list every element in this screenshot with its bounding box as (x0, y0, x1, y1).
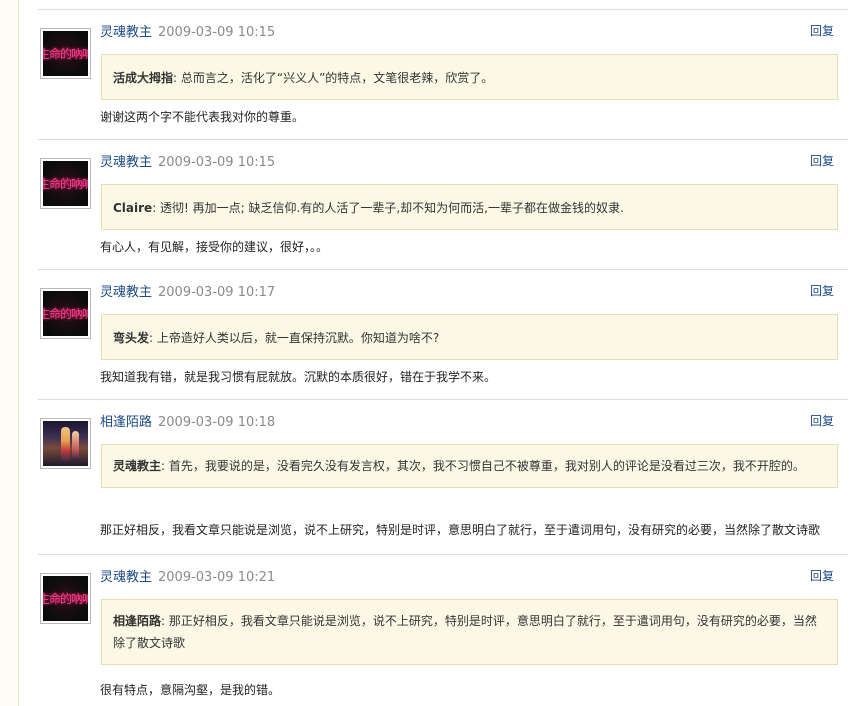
comment-meta: 灵魂教主 2009-03-09 10:15 (100, 154, 275, 171)
comment-time: 2009-03-09 10:17 (158, 285, 276, 300)
quoted-text: : 首先，我要说的是，没看完久没有发言权，其次，我不习惯自己不被尊重，我对别人的… (161, 459, 805, 473)
quoted-author: 活成大拇指 (113, 71, 174, 85)
comment-time: 2009-03-09 10:15 (158, 155, 276, 170)
comment-time: 2009-03-09 10:15 (158, 25, 276, 40)
quoted-author: 弯头发 (113, 331, 150, 345)
comment-meta: 灵魂教主 2009-03-09 10:21 (100, 569, 275, 586)
author-link[interactable]: 灵魂教主 (100, 285, 152, 300)
dark-neon-avatar-icon: 生命的吶喊 (43, 291, 88, 336)
avatar[interactable]: 生命的吶喊 (40, 158, 91, 209)
comment-meta: 灵魂教主 2009-03-09 10:17 (100, 284, 275, 301)
comment-item: 生命的吶喊 灵魂教主 2009-03-09 10:15 回复 Claire: 透彻… (38, 140, 848, 270)
comment-body: 有心人，有见解，接受你的建议，很好，。。 (100, 240, 329, 254)
author-link[interactable]: 灵魂教主 (100, 570, 152, 585)
comment-item: 生命的吶喊 灵魂教主 2009-03-09 10:15 回复 活成大拇指: 总而言… (38, 10, 848, 140)
reply-button[interactable]: 回复 (810, 412, 834, 429)
dark-neon-avatar-icon: 生命的吶喊 (43, 161, 88, 206)
quoted-author: 相逢陌路 (113, 614, 162, 628)
quoted-text: : 那正好相反，我看文章只能说是浏览，说不上研究，特别是时评，意思明白了就行，至… (113, 614, 817, 650)
avatar[interactable]: 生命的吶喊 (40, 28, 91, 79)
quoted-author: 灵魂教主 (113, 459, 162, 473)
comment-body: 我知道我有错，就是我习惯有屁就放。沉默的本质很好，错在于我学不来。 (100, 370, 497, 384)
dark-neon-avatar-icon: 生命的吶喊 (43, 576, 88, 621)
quoted-author: Claire (113, 201, 153, 215)
comment-item: 生命的吶喊 灵魂教主 2009-03-09 10:21 回复 相逢陌路: 那正好相… (38, 555, 848, 697)
comment-body: 很有特点，意隔沟壑，是我的错。 (100, 683, 281, 697)
comment-item: 生命的吶喊 灵魂教主 2009-03-09 10:17 回复 弯头发: 上帝造好人… (38, 270, 848, 400)
comment-time: 2009-03-09 10:21 (158, 570, 276, 585)
reply-button[interactable]: 回复 (810, 282, 834, 299)
comment-meta: 灵魂教主 2009-03-09 10:15 (100, 24, 275, 41)
quoted-text: : 上帝造好人类以后，就一直保持沉默。你知道为啥不? (149, 331, 440, 345)
reply-button[interactable]: 回复 (810, 152, 834, 169)
photo-avatar-icon (43, 421, 88, 466)
quoted-text: : 总而言之，活化了“兴义人”的特点，文笔很老辣，欣赏了。 (173, 71, 494, 85)
author-link[interactable]: 灵魂教主 (100, 25, 152, 40)
comment-body: 那正好相反，我看文章只能说是浏览，说不上研究，特别是时评，意思明白了就行，至于遣… (100, 523, 821, 537)
author-link[interactable]: 相逢陌路 (100, 415, 152, 430)
avatar[interactable]: 生命的吶喊 (40, 573, 91, 624)
quoted-comment: 活成大拇指: 总而言之，活化了“兴义人”的特点，文笔很老辣，欣赏了。 (101, 54, 838, 100)
reply-button[interactable]: 回复 (810, 567, 834, 584)
comment-meta: 相逢陌路 2009-03-09 10:18 (100, 414, 275, 431)
comment-body: 谢谢这两个字不能代表我对你的尊重。 (100, 110, 305, 124)
quoted-comment: 弯头发: 上帝造好人类以后，就一直保持沉默。你知道为啥不? (101, 314, 838, 360)
author-link[interactable]: 灵魂教主 (100, 155, 152, 170)
quoted-comment: 相逢陌路: 那正好相反，我看文章只能说是浏览，说不上研究，特别是时评，意思明白了… (101, 599, 838, 665)
reply-button[interactable]: 回复 (810, 22, 834, 39)
avatar[interactable]: 生命的吶喊 (40, 288, 91, 339)
left-rail (0, 0, 19, 706)
comment-item: 相逢陌路 2009-03-09 10:18 回复 灵魂教主: 首先，我要说的是，没… (38, 400, 848, 555)
quoted-comment: Claire: 透彻! 再加一点; 缺乏信仰.有的人活了一辈子,却不知为何而活,… (101, 184, 838, 230)
avatar[interactable] (40, 418, 91, 469)
dark-neon-avatar-icon: 生命的吶喊 (43, 31, 88, 76)
comment-time: 2009-03-09 10:18 (158, 415, 276, 430)
comment-thread: 生命的吶喊 灵魂教主 2009-03-09 10:15 回复 活成大拇指: 总而言… (38, 10, 848, 697)
quoted-text: : 透彻! 再加一点; 缺乏信仰.有的人活了一辈子,却不知为何而活,一辈子都在做… (152, 201, 624, 215)
quoted-comment: 灵魂教主: 首先，我要说的是，没看完久没有发言权，其次，我不习惯自己不被尊重，我… (101, 444, 838, 488)
